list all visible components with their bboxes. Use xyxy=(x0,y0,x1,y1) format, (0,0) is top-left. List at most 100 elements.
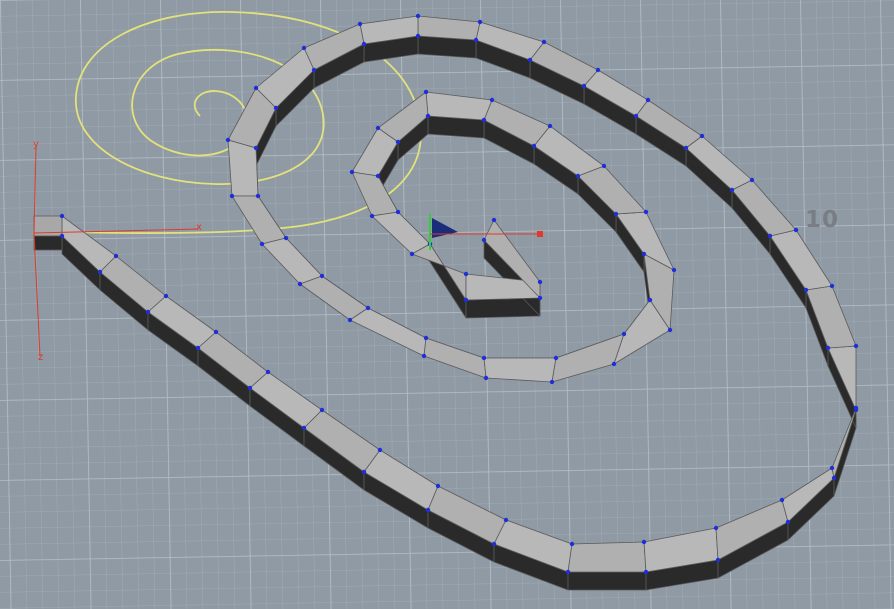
point-marker[interactable] xyxy=(423,89,429,95)
point-marker[interactable] xyxy=(779,497,785,503)
scene-canvas[interactable] xyxy=(0,0,894,609)
point-marker[interactable] xyxy=(347,317,353,323)
point-marker[interactable] xyxy=(491,217,497,223)
point-marker[interactable] xyxy=(481,117,487,123)
point-marker[interactable] xyxy=(537,279,543,285)
point-marker[interactable] xyxy=(601,163,607,169)
point-marker[interactable] xyxy=(395,209,401,215)
point-marker[interactable] xyxy=(621,331,627,337)
point-marker[interactable] xyxy=(301,425,307,431)
point-marker[interactable] xyxy=(683,145,689,151)
point-marker[interactable] xyxy=(853,343,859,349)
point-marker[interactable] xyxy=(527,57,533,63)
point-marker[interactable] xyxy=(537,295,543,301)
point-marker[interactable] xyxy=(425,507,431,513)
point-marker[interactable] xyxy=(435,483,441,489)
point-marker[interactable] xyxy=(377,447,383,453)
point-marker[interactable] xyxy=(581,83,587,89)
point-marker[interactable] xyxy=(409,251,415,257)
point-marker[interactable] xyxy=(667,327,673,333)
point-marker[interactable] xyxy=(395,139,401,145)
point-marker[interactable] xyxy=(489,97,495,103)
point-marker[interactable] xyxy=(259,241,265,247)
point-marker[interactable] xyxy=(595,67,601,73)
point-marker[interactable] xyxy=(415,13,421,19)
point-marker[interactable] xyxy=(319,407,325,413)
point-marker[interactable] xyxy=(713,525,719,531)
point-marker[interactable] xyxy=(319,273,325,279)
point-marker[interactable] xyxy=(503,517,509,523)
point-marker[interactable] xyxy=(423,335,429,341)
point-marker[interactable] xyxy=(715,557,721,563)
point-marker[interactable] xyxy=(785,519,791,525)
point-marker[interactable] xyxy=(793,227,799,233)
point-marker[interactable] xyxy=(361,469,367,475)
point-marker[interactable] xyxy=(463,297,469,303)
point-marker[interactable] xyxy=(375,125,381,131)
point-marker[interactable] xyxy=(369,213,375,219)
point-marker[interactable] xyxy=(195,345,201,351)
point-marker[interactable] xyxy=(483,375,489,381)
point-marker[interactable] xyxy=(491,541,497,547)
point-marker[interactable] xyxy=(481,355,487,361)
point-marker[interactable] xyxy=(611,361,617,367)
point-marker[interactable] xyxy=(463,271,469,277)
point-marker[interactable] xyxy=(481,237,487,243)
point-marker[interactable] xyxy=(831,475,837,481)
point-marker[interactable] xyxy=(645,97,651,103)
point-marker[interactable] xyxy=(553,355,559,361)
point-marker[interactable] xyxy=(749,177,755,183)
point-marker[interactable] xyxy=(575,173,581,179)
point-marker[interactable] xyxy=(641,539,647,545)
point-marker[interactable] xyxy=(253,145,259,151)
point-marker[interactable] xyxy=(59,233,65,239)
point-marker[interactable] xyxy=(113,253,119,259)
point-marker[interactable] xyxy=(829,283,835,289)
point-marker[interactable] xyxy=(97,269,103,275)
point-marker[interactable] xyxy=(225,137,231,143)
point-marker[interactable] xyxy=(273,105,279,111)
point-marker[interactable] xyxy=(565,569,571,575)
point-marker[interactable] xyxy=(829,465,835,471)
point-marker[interactable] xyxy=(541,39,547,45)
point-marker[interactable] xyxy=(613,211,619,217)
point-marker[interactable] xyxy=(643,569,649,575)
point-marker[interactable] xyxy=(643,209,649,215)
point-marker[interactable] xyxy=(213,329,219,335)
point-marker[interactable] xyxy=(699,133,705,139)
point-marker[interactable] xyxy=(415,33,421,39)
point-marker[interactable] xyxy=(641,251,647,257)
point-marker[interactable] xyxy=(283,235,289,241)
point-marker[interactable] xyxy=(569,541,575,547)
point-marker[interactable] xyxy=(767,233,773,239)
point-marker[interactable] xyxy=(477,19,483,25)
point-marker[interactable] xyxy=(671,267,677,273)
point-marker[interactable] xyxy=(253,85,259,91)
point-marker[interactable] xyxy=(729,187,735,193)
point-marker[interactable] xyxy=(301,45,307,51)
point-marker[interactable] xyxy=(473,37,479,43)
point-marker[interactable] xyxy=(825,345,831,351)
point-marker[interactable] xyxy=(547,123,553,129)
point-marker[interactable] xyxy=(163,293,169,299)
point-marker[interactable] xyxy=(247,385,253,391)
point-marker[interactable] xyxy=(365,305,371,311)
point-marker[interactable] xyxy=(145,309,151,315)
point-marker[interactable] xyxy=(549,379,555,385)
point-marker[interactable] xyxy=(255,193,261,199)
point-marker[interactable] xyxy=(375,173,381,179)
point-marker[interactable] xyxy=(297,281,303,287)
point-marker[interactable] xyxy=(853,407,859,413)
point-marker[interactable] xyxy=(357,21,363,27)
point-marker[interactable] xyxy=(265,369,271,375)
3d-viewport[interactable]: 10 y x z xyxy=(0,0,894,609)
point-marker[interactable] xyxy=(803,287,809,293)
point-marker[interactable] xyxy=(311,67,317,73)
point-marker[interactable] xyxy=(531,143,537,149)
point-marker[interactable] xyxy=(349,169,355,175)
point-marker[interactable] xyxy=(647,297,653,303)
point-marker[interactable] xyxy=(229,193,235,199)
point-marker[interactable] xyxy=(361,41,367,47)
point-marker[interactable] xyxy=(633,113,639,119)
point-marker[interactable] xyxy=(425,113,431,119)
